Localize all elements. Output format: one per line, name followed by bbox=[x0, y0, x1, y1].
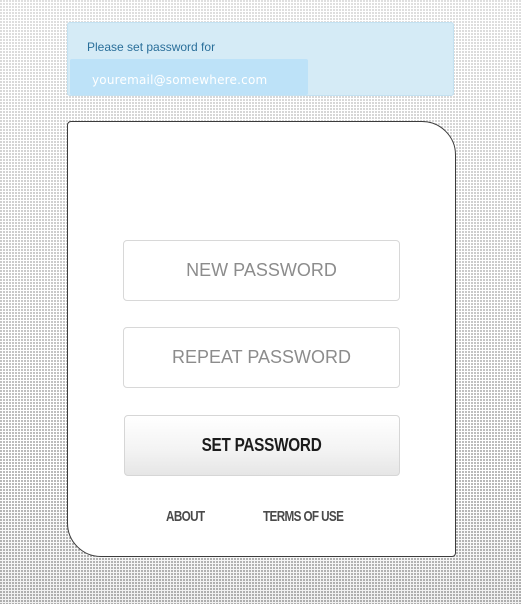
repeat-password-field[interactable] bbox=[123, 327, 400, 388]
terms-of-use-link[interactable]: TERMS OF USE bbox=[263, 508, 344, 525]
new-password-field[interactable] bbox=[123, 240, 400, 301]
set-password-card: SET PASSWORD ABOUT TERMS OF USE bbox=[67, 121, 456, 557]
set-password-button[interactable]: SET PASSWORD bbox=[124, 415, 400, 476]
email-chip: youremail@somewhere.com bbox=[70, 59, 308, 95]
notice-label: Please set password for bbox=[87, 40, 216, 54]
set-password-button-label: SET PASSWORD bbox=[202, 435, 322, 455]
about-link[interactable]: ABOUT bbox=[166, 508, 205, 525]
account-email: youremail@somewhere.com bbox=[92, 73, 268, 87]
set-password-notice: Please set password for youremail@somewh… bbox=[67, 22, 454, 96]
